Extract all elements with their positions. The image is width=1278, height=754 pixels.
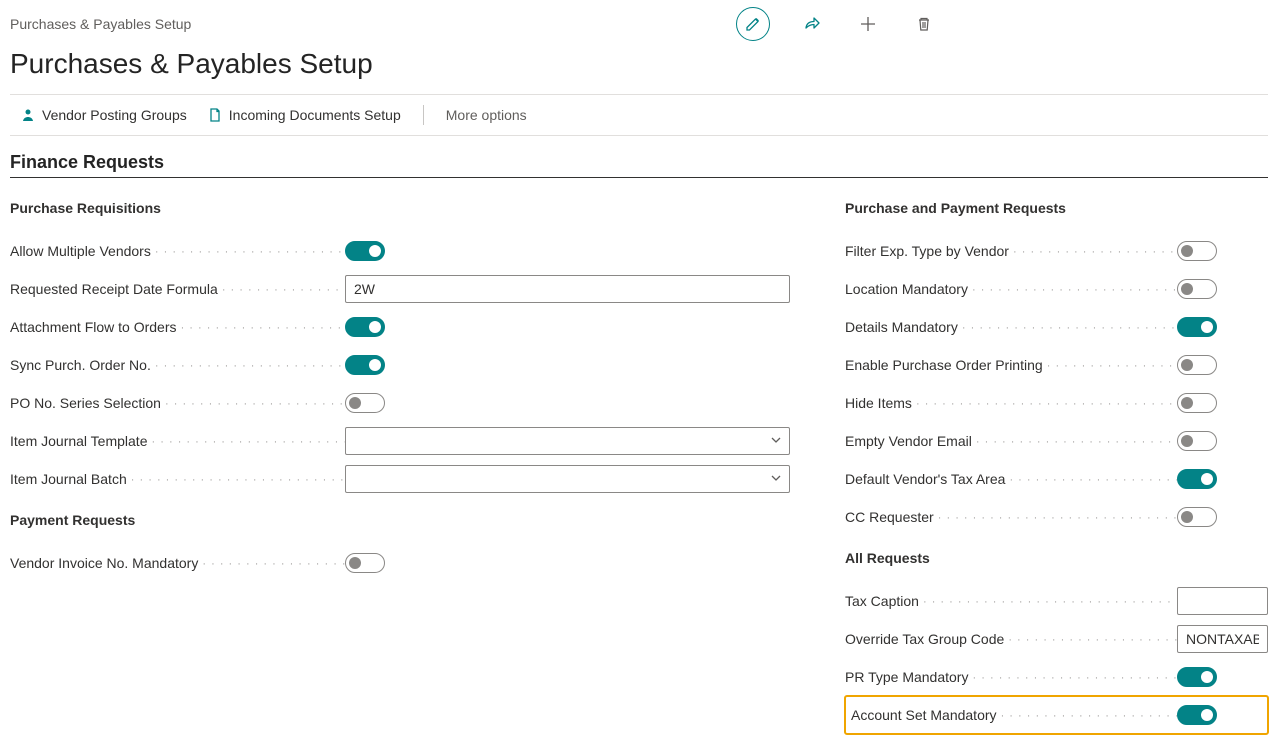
label: Hide Items bbox=[845, 395, 912, 411]
field-po-no-series-selection: PO No. Series Selection bbox=[10, 384, 800, 422]
label: Enable Purchase Order Printing bbox=[845, 357, 1043, 373]
more-options-link[interactable]: More options bbox=[446, 107, 527, 123]
label: Filter Exp. Type by Vendor bbox=[845, 243, 1009, 259]
field-vendor-invoice-no-mandatory: Vendor Invoice No. Mandatory bbox=[10, 544, 800, 582]
label: Sync Purch. Order No. bbox=[10, 357, 151, 373]
field-location-mandatory: Location Mandatory bbox=[845, 270, 1268, 308]
toggle-cc-requester[interactable] bbox=[1177, 507, 1217, 527]
section-title: Finance Requests bbox=[10, 152, 1268, 178]
label: CC Requester bbox=[845, 509, 934, 525]
label: Allow Multiple Vendors bbox=[10, 243, 151, 259]
field-default-vendors-tax-area: Default Vendor's Tax Area bbox=[845, 460, 1268, 498]
label: Attachment Flow to Orders bbox=[10, 319, 177, 335]
label: Location Mandatory bbox=[845, 281, 968, 297]
right-column: Purchase and Payment Requests Filter Exp… bbox=[845, 196, 1268, 734]
field-sync-purch-order-no: Sync Purch. Order No. bbox=[10, 346, 800, 384]
top-bar: Purchases & Payables Setup bbox=[10, 8, 1268, 40]
subhead-all-requests: All Requests bbox=[845, 550, 1268, 566]
vendor-posting-groups-link[interactable]: Vendor Posting Groups bbox=[20, 107, 187, 123]
toggle-attachment-flow-to-orders[interactable] bbox=[345, 317, 385, 337]
field-account-set-mandatory: Account Set Mandatory bbox=[845, 696, 1268, 734]
label: Requested Receipt Date Formula bbox=[10, 281, 218, 297]
action-bar: Vendor Posting Groups Incoming Documents… bbox=[10, 95, 1268, 136]
toggle-pr-type-mandatory[interactable] bbox=[1177, 667, 1217, 687]
toggle-filter-exp-type-by-vendor[interactable] bbox=[1177, 241, 1217, 261]
subhead-purchase-payment-requests: Purchase and Payment Requests bbox=[845, 200, 1268, 216]
field-tax-caption: Tax Caption bbox=[845, 582, 1268, 620]
field-details-mandatory: Details Mandatory bbox=[845, 308, 1268, 346]
person-icon bbox=[20, 107, 36, 123]
toggle-empty-vendor-email[interactable] bbox=[1177, 431, 1217, 451]
field-item-journal-batch: Item Journal Batch bbox=[10, 460, 800, 498]
plus-icon bbox=[859, 15, 877, 33]
incoming-documents-setup-link[interactable]: Incoming Documents Setup bbox=[207, 107, 401, 123]
field-enable-po-printing: Enable Purchase Order Printing bbox=[845, 346, 1268, 384]
pencil-icon bbox=[745, 16, 761, 32]
field-pr-type-mandatory: PR Type Mandatory bbox=[845, 658, 1268, 696]
page-title: Purchases & Payables Setup bbox=[10, 48, 1268, 80]
share-icon bbox=[803, 15, 821, 33]
subhead-purchase-requisitions: Purchase Requisitions bbox=[10, 200, 800, 216]
label: PR Type Mandatory bbox=[845, 669, 968, 685]
label: Item Journal Batch bbox=[10, 471, 127, 487]
label: Account Set Mandatory bbox=[851, 707, 997, 723]
breadcrumb: Purchases & Payables Setup bbox=[10, 16, 191, 32]
toggle-sync-purch-order-no[interactable] bbox=[345, 355, 385, 375]
toggle-details-mandatory[interactable] bbox=[1177, 317, 1217, 337]
label: Details Mandatory bbox=[845, 319, 958, 335]
new-button[interactable] bbox=[854, 10, 882, 38]
field-attachment-flow-to-orders: Attachment Flow to Orders bbox=[10, 308, 800, 346]
field-filter-exp-type-by-vendor: Filter Exp. Type by Vendor bbox=[845, 232, 1268, 270]
incoming-documents-setup-label: Incoming Documents Setup bbox=[229, 107, 401, 123]
field-empty-vendor-email: Empty Vendor Email bbox=[845, 422, 1268, 460]
document-icon bbox=[207, 107, 223, 123]
vendor-posting-groups-label: Vendor Posting Groups bbox=[42, 107, 187, 123]
field-item-journal-template: Item Journal Template bbox=[10, 422, 800, 460]
toggle-default-vendors-tax-area[interactable] bbox=[1177, 469, 1217, 489]
toggle-account-set-mandatory[interactable] bbox=[1177, 705, 1217, 725]
field-cc-requester: CC Requester bbox=[845, 498, 1268, 536]
toggle-po-no-series-selection[interactable] bbox=[345, 393, 385, 413]
field-hide-items: Hide Items bbox=[845, 384, 1268, 422]
label: PO No. Series Selection bbox=[10, 395, 161, 411]
share-button[interactable] bbox=[798, 10, 826, 38]
subhead-payment-requests: Payment Requests bbox=[10, 512, 800, 528]
delete-button[interactable] bbox=[910, 10, 938, 38]
edit-button[interactable] bbox=[736, 7, 770, 41]
label: Empty Vendor Email bbox=[845, 433, 972, 449]
select-item-journal-template[interactable] bbox=[345, 427, 790, 455]
toggle-enable-po-printing[interactable] bbox=[1177, 355, 1217, 375]
input-requested-receipt-date-formula[interactable] bbox=[345, 275, 790, 303]
field-requested-receipt-date-formula: Requested Receipt Date Formula bbox=[10, 270, 800, 308]
field-override-tax-group-code: Override Tax Group Code bbox=[845, 620, 1268, 658]
toggle-vendor-invoice-no-mandatory[interactable] bbox=[345, 553, 385, 573]
toggle-location-mandatory[interactable] bbox=[1177, 279, 1217, 299]
toggle-allow-multiple-vendors[interactable] bbox=[345, 241, 385, 261]
field-allow-multiple-vendors: Allow Multiple Vendors bbox=[10, 232, 800, 270]
label: Override Tax Group Code bbox=[845, 631, 1004, 647]
select-item-journal-batch[interactable] bbox=[345, 465, 790, 493]
top-actions bbox=[736, 7, 1268, 41]
divider bbox=[423, 105, 424, 125]
trash-icon bbox=[916, 16, 932, 32]
toggle-hide-items[interactable] bbox=[1177, 393, 1217, 413]
input-tax-caption[interactable] bbox=[1177, 587, 1268, 615]
label: Tax Caption bbox=[845, 593, 919, 609]
left-column: Purchase Requisitions Allow Multiple Ven… bbox=[10, 196, 800, 734]
label: Default Vendor's Tax Area bbox=[845, 471, 1005, 487]
label: Item Journal Template bbox=[10, 433, 147, 449]
label: Vendor Invoice No. Mandatory bbox=[10, 555, 198, 571]
columns: Purchase Requisitions Allow Multiple Ven… bbox=[10, 196, 1268, 734]
input-override-tax-group-code[interactable] bbox=[1177, 625, 1268, 653]
